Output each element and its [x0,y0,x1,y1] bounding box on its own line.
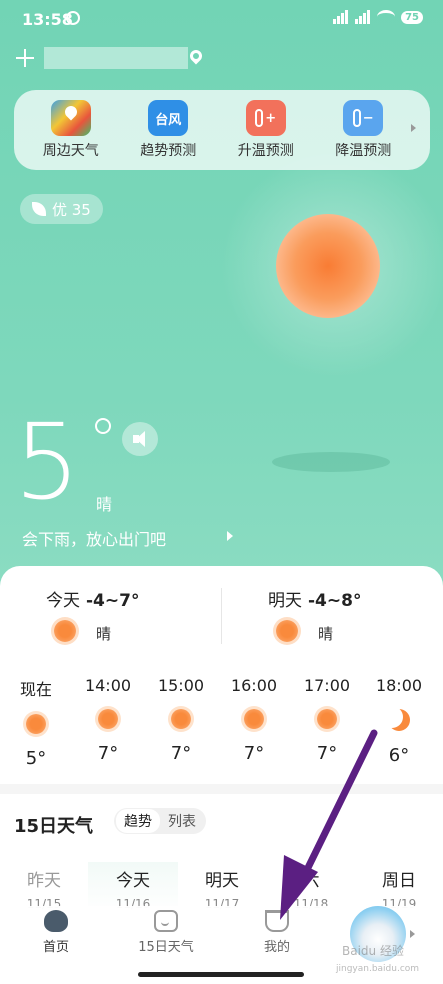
hour-temperature: 7° [170,743,192,764]
hourly-item: 18:00 6° [369,676,429,766]
hourly-item: 现在 5° [6,676,66,769]
sun-icon [171,709,191,729]
today-range: -4~7° [86,591,140,611]
hour-temperature: 7° [316,743,338,764]
calendar-icon [154,910,178,932]
hour-temperature: 5° [25,748,47,769]
hour-temperature: 7° [97,743,119,764]
view-toggle: 趋势 列表 [114,808,206,834]
air-quality-text: 优 35 [52,200,91,219]
sun-icon [244,709,264,729]
chevron-right-icon[interactable] [410,930,415,938]
section-divider [0,784,443,794]
cup-icon [265,910,289,932]
current-condition: 晴 [96,495,113,514]
hour-temperature: 6° [388,745,410,766]
feature-cooling-forecast[interactable]: − 降温预测 [318,100,408,160]
hourly-item: 14:00 7° [78,676,138,764]
nav-label: 首页 [42,940,69,955]
sun-shadow [272,452,390,472]
day-name: 六 [302,871,320,891]
hourly-forecast[interactable]: 现在 5° 14:00 7° 15:00 7° 16:00 7° 17:00 7… [0,676,443,776]
tomorrow-range: -4~8° [308,591,362,611]
tomorrow-condition: 晴 [318,625,334,643]
feature-nearby-weather[interactable]: 周边天气 [26,100,116,160]
chevron-right-icon[interactable] [411,124,416,132]
typhoon-icon: 台风 [148,100,189,136]
nav-home[interactable]: 首页 [16,910,96,955]
sun-icon [54,620,76,642]
tab-trend[interactable]: 趋势 [116,809,160,833]
thermometer-down-icon: − [343,100,384,136]
day-item: 六 11/18 [281,866,341,911]
day-name: 明天 [205,871,239,891]
sun-icon [276,620,298,642]
thermometer-up-icon: + [245,100,286,136]
alarm-icon [66,11,80,25]
day-name: 昨天 [27,871,61,891]
day-item: 明天 11/17 [192,866,252,911]
nav-fifteen-day[interactable]: 15日天气 [126,910,206,955]
hour-time: 现在 [19,680,52,699]
day-name: 今天 [116,871,150,891]
map-icon [50,100,91,136]
hour-temperature: 7° [243,743,265,764]
hour-time: 16:00 [230,676,278,695]
tab-list[interactable]: 列表 [160,809,204,833]
sun-icon [276,214,380,318]
divider [221,588,222,644]
tomorrow-label: 明天 [268,591,302,611]
hourly-item: 15:00 7° [151,676,211,764]
day-name: 周日 [382,871,416,891]
hourly-item: 17:00 7° [297,676,357,764]
feature-label: 趋势预测 [140,143,197,159]
today-summary[interactable]: 今天 -4~7° [46,586,139,611]
feature-label: 周边天气 [42,143,99,159]
today-condition: 晴 [96,625,112,643]
feature-shortcuts: 周边天气 台风 趋势预测 + 升温预测 − 降温预测 [14,90,430,170]
status-bar: 13:58 75 [0,0,443,38]
hour-time: 18:00 [375,676,423,695]
feature-trend-forecast[interactable]: 台风 趋势预测 [123,100,213,160]
current-temperature: 5 [14,401,81,523]
hour-time: 14:00 [84,676,132,695]
battery-icon: 75 [401,10,423,24]
sun-icon [317,709,337,729]
leaf-icon [32,202,46,216]
nav-label: 我的 [263,940,290,955]
day-item: 周日 11/19 [369,866,429,911]
tomorrow-summary[interactable]: 明天 -4~8° [268,586,361,611]
status-icons: 75 [333,10,423,24]
day-item: 今天 11/16 [103,866,163,911]
feature-label: 降温预测 [335,143,392,159]
home-indicator [138,972,304,977]
plus-icon[interactable] [14,47,36,69]
city-name-field[interactable] [44,47,188,69]
speaker-button[interactable] [122,422,158,456]
nav-label: 15日天气 [138,940,194,955]
chevron-right-icon[interactable] [227,531,233,541]
feature-label: 升温预测 [237,143,294,159]
moon-icon [388,709,410,731]
forecast-text[interactable]: 会下雨，放心出门吧 [22,526,166,550]
wifi-icon [377,10,396,24]
watermark: Baidu 经验 [342,944,404,958]
signal-icon [333,10,349,24]
hour-time: 17:00 [303,676,351,695]
nav-mine[interactable]: 我的 [237,910,317,955]
sun-icon [98,709,118,729]
day-item: 昨天 11/15 [14,866,74,911]
hour-time: 15:00 [157,676,205,695]
air-quality-badge[interactable]: 优 35 [20,194,103,224]
feature-warming-forecast[interactable]: + 升温预测 [221,100,311,160]
signal-icon [355,10,371,24]
home-icon [44,910,68,932]
hourly-item: 16:00 7° [224,676,284,764]
degree-symbol [95,418,111,434]
today-label: 今天 [46,591,80,611]
sun-icon [26,714,46,734]
fifteen-day-title: 15日天气 [14,816,94,837]
watermark-url: jingyan.baidu.com [336,964,420,974]
